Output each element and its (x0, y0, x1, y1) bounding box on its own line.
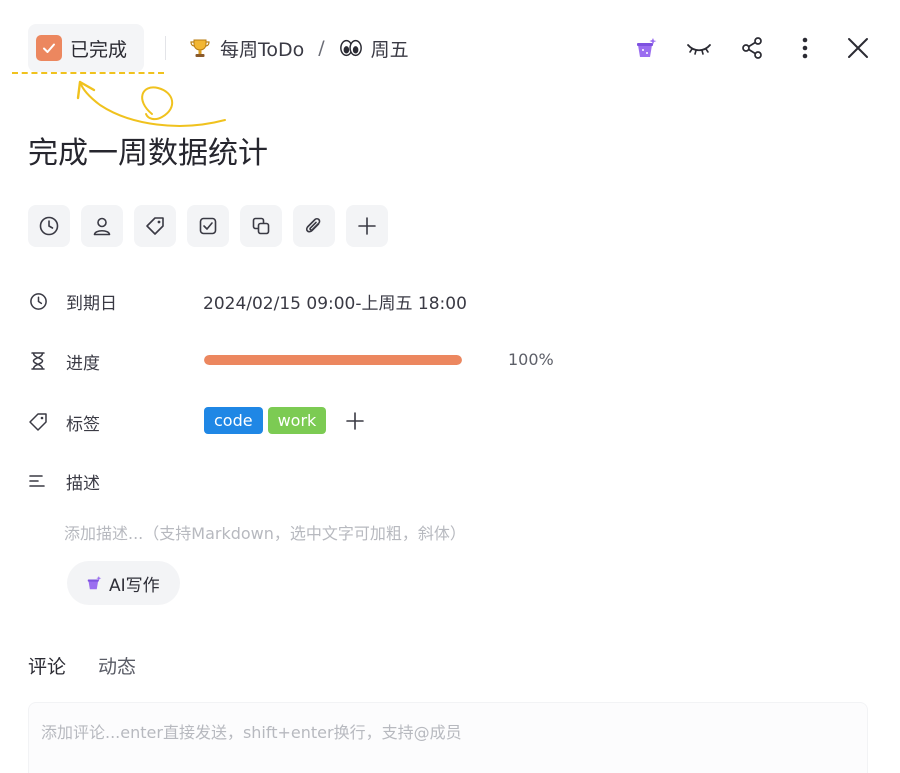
person-icon[interactable] (81, 205, 123, 247)
attachment-icon[interactable] (293, 205, 335, 247)
checkmark-icon (36, 35, 62, 61)
clock-icon (28, 291, 48, 311)
header-toolbar (611, 30, 876, 66)
hide-eye-icon[interactable] (681, 30, 717, 66)
status-label: 已完成 (70, 38, 128, 61)
description-input[interactable]: 添加描述...（支持Markdown，选中文字可加粗，斜体） (64, 520, 466, 544)
plus-icon[interactable] (346, 205, 388, 247)
breadcrumb-section-link[interactable]: 周五 (371, 35, 409, 62)
tab-comments[interactable]: 评论 (28, 652, 66, 679)
comment-placeholder: 添加评论...enter直接发送，shift+enter换行，支持@成员 (41, 723, 462, 742)
header-divider (165, 36, 166, 60)
progress-bar[interactable] (204, 355, 462, 365)
magic-hat-icon (85, 574, 103, 592)
tag-code[interactable]: code (204, 407, 263, 434)
due-date-label: 到期日 (66, 293, 117, 314)
breadcrumb-separator: / (318, 37, 325, 59)
due-date-value[interactable]: 2024/02/15 09:00-上周五 18:00 (203, 289, 467, 314)
tag-icon[interactable] (134, 205, 176, 247)
trophy-icon (188, 36, 212, 60)
more-vertical-icon[interactable] (787, 30, 823, 66)
tag-icon (28, 412, 48, 432)
copy-icon[interactable] (240, 205, 282, 247)
progress-value: 100% (508, 350, 554, 369)
due-date-row: 到期日 2024/02/15 09:00-上周五 18:00 (28, 286, 467, 316)
align-left-icon (28, 471, 48, 491)
task-detail-panel: 已完成 每周ToDo / 周五 完成一周数据统计 到期日 2024/02/15 … (0, 0, 900, 773)
description-row: 描述 (28, 466, 100, 496)
tab-activity[interactable]: 动态 (98, 652, 136, 679)
comment-input[interactable]: 添加评论...enter直接发送，shift+enter换行，支持@成员 (28, 702, 868, 773)
clock-icon[interactable] (28, 205, 70, 247)
close-icon[interactable] (840, 30, 876, 66)
task-title[interactable]: 完成一周数据统计 (28, 128, 268, 172)
checkbox-icon[interactable] (187, 205, 229, 247)
share-icon[interactable] (734, 30, 770, 66)
ai-write-button[interactable]: AI写作 (67, 561, 180, 605)
tags-row: 标签 (28, 407, 100, 437)
tag-list: code work (204, 407, 367, 434)
progress-row: 进度 (28, 346, 100, 376)
magic-hat-icon[interactable] (628, 30, 664, 66)
breadcrumb: 每周ToDo / 周五 (188, 33, 409, 63)
tag-work[interactable]: work (267, 407, 327, 434)
description-label: 描述 (66, 473, 100, 494)
eyes-icon (339, 36, 363, 60)
breadcrumb-project-link[interactable]: 每周ToDo (220, 35, 304, 62)
ai-write-label: AI写作 (109, 575, 160, 596)
progress-label: 进度 (66, 353, 100, 374)
activity-tabs: 评论 动态 (28, 652, 168, 679)
add-tag-plus-icon[interactable] (343, 409, 367, 433)
quick-actions-bar (28, 205, 399, 247)
progress-bar-fill (204, 355, 462, 365)
status-completed-button[interactable]: 已完成 (28, 24, 144, 72)
hourglass-icon (28, 351, 48, 371)
tags-label: 标签 (66, 414, 100, 435)
